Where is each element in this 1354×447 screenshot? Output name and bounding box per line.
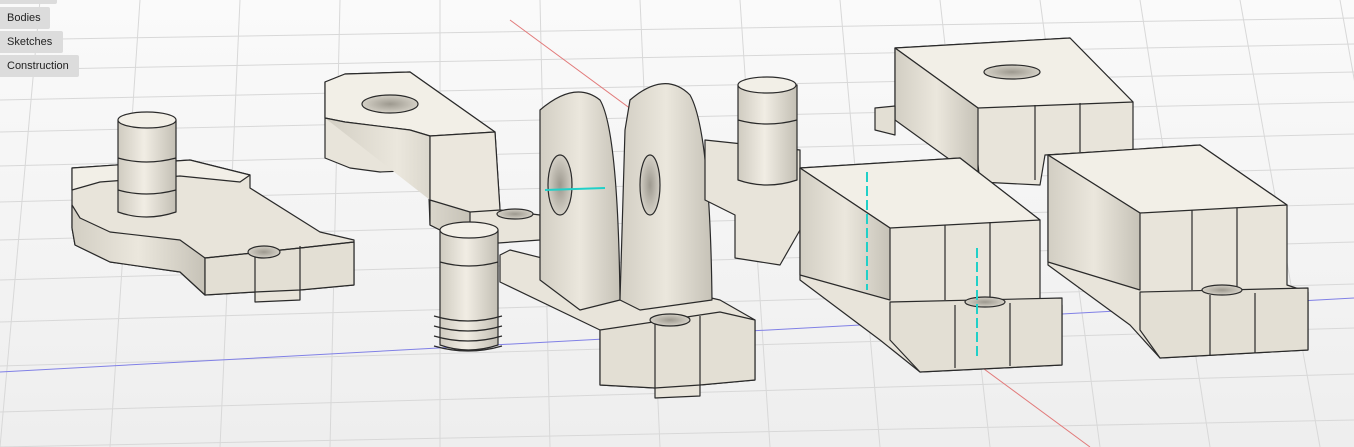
browser-item-construction[interactable]: Construction (0, 55, 79, 77)
browser-item-top-partial[interactable] (0, 0, 57, 4)
3d-viewport[interactable] (0, 0, 1354, 447)
browser-item-bodies[interactable]: Bodies (0, 7, 50, 29)
browser-item-sketches[interactable]: Sketches (0, 31, 63, 53)
